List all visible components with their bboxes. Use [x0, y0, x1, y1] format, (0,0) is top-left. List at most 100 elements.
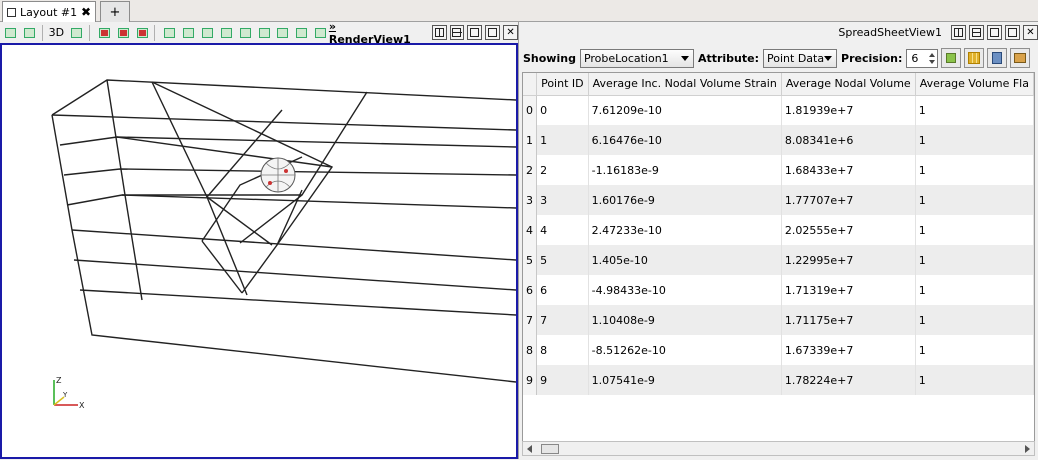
- cell-volume[interactable]: 1.71175e+7: [781, 305, 916, 335]
- cell-strain[interactable]: -1.16183e-9: [588, 155, 782, 185]
- cell-flag[interactable]: 1: [915, 275, 1034, 305]
- cell-strain[interactable]: 7.61209e-10: [588, 95, 782, 125]
- split-vertical-button[interactable]: [449, 25, 465, 40]
- row-header[interactable]: 4: [523, 215, 538, 245]
- cell-point-id[interactable]: 2: [536, 155, 589, 185]
- cell-strain[interactable]: 1.60176e-9: [588, 185, 782, 215]
- column-header[interactable]: Average Inc. Nodal Volume Strain: [588, 73, 782, 96]
- show-selected-only-icon[interactable]: [941, 48, 962, 68]
- find-data-icon[interactable]: [313, 25, 329, 41]
- close-view-button[interactable]: ✕: [1023, 25, 1038, 40]
- split-vertical-button[interactable]: [969, 25, 984, 40]
- cell-volume[interactable]: 1.81939e+7: [781, 95, 916, 125]
- camera-undo-icon[interactable]: [3, 25, 19, 41]
- cell-volume[interactable]: 1.71319e+7: [781, 275, 916, 305]
- row-header[interactable]: 6: [523, 275, 538, 305]
- cell-strain[interactable]: 2.47233e-10: [588, 215, 782, 245]
- render-view-canvas[interactable]: Z Y X: [0, 43, 518, 459]
- spreadsheet-table[interactable]: Point ID Average Inc. Nodal Volume Strai…: [522, 72, 1035, 456]
- cell-volume[interactable]: 1.68433e+7: [781, 155, 916, 185]
- cell-flag[interactable]: 1: [915, 215, 1034, 245]
- cell-strain[interactable]: 1.07541e-9: [588, 365, 782, 395]
- cell-point-id[interactable]: 3: [536, 185, 589, 215]
- pane-splitter[interactable]: [518, 22, 519, 459]
- cell-flag[interactable]: 1: [915, 95, 1034, 125]
- cell-strain[interactable]: -8.51262e-10: [588, 335, 782, 365]
- cell-strain[interactable]: 1.10408e-9: [588, 305, 782, 335]
- toggle-cell-connectivity-icon[interactable]: [1010, 48, 1031, 68]
- cell-flag[interactable]: 1: [915, 125, 1034, 155]
- table-row[interactable]: 6 6 -4.98433e-10 1.71319e+7 1: [523, 275, 1034, 305]
- cell-point-id[interactable]: 6: [536, 275, 589, 305]
- row-header[interactable]: 3: [523, 185, 538, 215]
- cell-volume[interactable]: 1.67339e+7: [781, 335, 916, 365]
- column-header[interactable]: Average Nodal Volume: [781, 73, 916, 96]
- close-view-button[interactable]: ✕: [503, 25, 518, 40]
- hover-cells-icon[interactable]: [238, 25, 254, 41]
- precision-spinbox[interactable]: 6: [906, 48, 939, 68]
- cell-flag[interactable]: 1: [915, 155, 1034, 185]
- select-cells-icon[interactable]: [97, 25, 113, 41]
- restore-button[interactable]: [1005, 25, 1020, 40]
- row-header[interactable]: 5: [523, 245, 538, 275]
- maximize-button[interactable]: [987, 25, 1002, 40]
- row-header[interactable]: 1: [523, 125, 538, 155]
- attribute-select[interactable]: Point Data: [763, 48, 838, 68]
- table-row[interactable]: 3 3 1.60176e-9 1.77707e+7 1: [523, 185, 1034, 215]
- cell-point-id[interactable]: 4: [536, 215, 589, 245]
- add-tab-button[interactable]: +: [100, 1, 130, 22]
- horizontal-scrollbar[interactable]: [522, 441, 1035, 456]
- export-spreadsheet-icon[interactable]: [987, 48, 1008, 68]
- column-header[interactable]: Average Volume Fla: [915, 73, 1034, 96]
- row-header[interactable]: 9: [523, 365, 538, 395]
- interactive-select-icon[interactable]: [200, 25, 216, 41]
- cell-volume[interactable]: 2.02555e+7: [781, 215, 916, 245]
- table-row[interactable]: 2 2 -1.16183e-9 1.68433e+7 1: [523, 155, 1034, 185]
- clear-selection-icon[interactable]: [294, 25, 310, 41]
- scroll-left-icon[interactable]: [527, 445, 532, 453]
- cell-flag[interactable]: 1: [915, 335, 1034, 365]
- grow-selection-icon[interactable]: [257, 25, 273, 41]
- table-row[interactable]: 0 0 7.61209e-10 1.81939e+7 1: [523, 95, 1034, 125]
- cell-point-id[interactable]: 8: [536, 335, 589, 365]
- cell-strain[interactable]: 1.405e-10: [588, 245, 782, 275]
- row-header[interactable]: 2: [523, 155, 538, 185]
- select-points-icon[interactable]: [116, 25, 132, 41]
- split-horizontal-button[interactable]: [431, 25, 447, 40]
- table-row[interactable]: 1 1 6.16476e-10 8.08341e+6 1: [523, 125, 1034, 155]
- cell-flag[interactable]: 1: [915, 305, 1034, 335]
- maximize-button[interactable]: [467, 25, 483, 40]
- scroll-right-icon[interactable]: [1025, 445, 1030, 453]
- hover-points-icon[interactable]: [219, 25, 235, 41]
- tab-close-icon[interactable]: ✖: [81, 5, 91, 19]
- tab-layout-1[interactable]: Layout #1 ✖: [2, 1, 96, 22]
- row-header[interactable]: 7: [523, 305, 538, 335]
- cell-volume[interactable]: 1.78224e+7: [781, 365, 916, 395]
- restore-button[interactable]: [485, 25, 501, 40]
- cell-volume[interactable]: 1.22995e+7: [781, 245, 916, 275]
- showing-select[interactable]: ProbeLocation1: [579, 48, 694, 68]
- cell-volume[interactable]: 1.77707e+7: [781, 185, 916, 215]
- cell-strain[interactable]: 6.16476e-10: [588, 125, 782, 155]
- toggle-column-visibility-icon[interactable]: [964, 48, 985, 68]
- row-header[interactable]: 8: [523, 335, 538, 365]
- table-row[interactable]: 4 4 2.47233e-10 2.02555e+7 1: [523, 215, 1034, 245]
- select-frustum-icon[interactable]: [135, 25, 151, 41]
- split-horizontal-button[interactable]: [951, 25, 966, 40]
- cell-volume[interactable]: 8.08341e+6: [781, 125, 916, 155]
- spin-up-icon[interactable]: [929, 52, 936, 57]
- cell-flag[interactable]: 1: [915, 365, 1034, 395]
- table-row[interactable]: 7 7 1.10408e-9 1.71175e+7 1: [523, 305, 1034, 335]
- spin-down-icon[interactable]: [929, 59, 936, 64]
- scroll-thumb[interactable]: [541, 444, 559, 454]
- cell-point-id[interactable]: 1: [536, 125, 589, 155]
- column-header[interactable]: Point ID: [536, 73, 589, 96]
- capture-image-icon[interactable]: [69, 25, 85, 41]
- table-row[interactable]: 9 9 1.07541e-9 1.78224e+7 1: [523, 365, 1034, 395]
- select-block-icon[interactable]: [162, 25, 178, 41]
- cell-strain[interactable]: -4.98433e-10: [588, 275, 782, 305]
- corner-header[interactable]: [523, 73, 538, 96]
- cell-point-id[interactable]: 9: [536, 365, 589, 395]
- table-row[interactable]: 8 8 -8.51262e-10 1.67339e+7 1: [523, 335, 1034, 365]
- toggle-3d-button[interactable]: 3D: [49, 26, 64, 39]
